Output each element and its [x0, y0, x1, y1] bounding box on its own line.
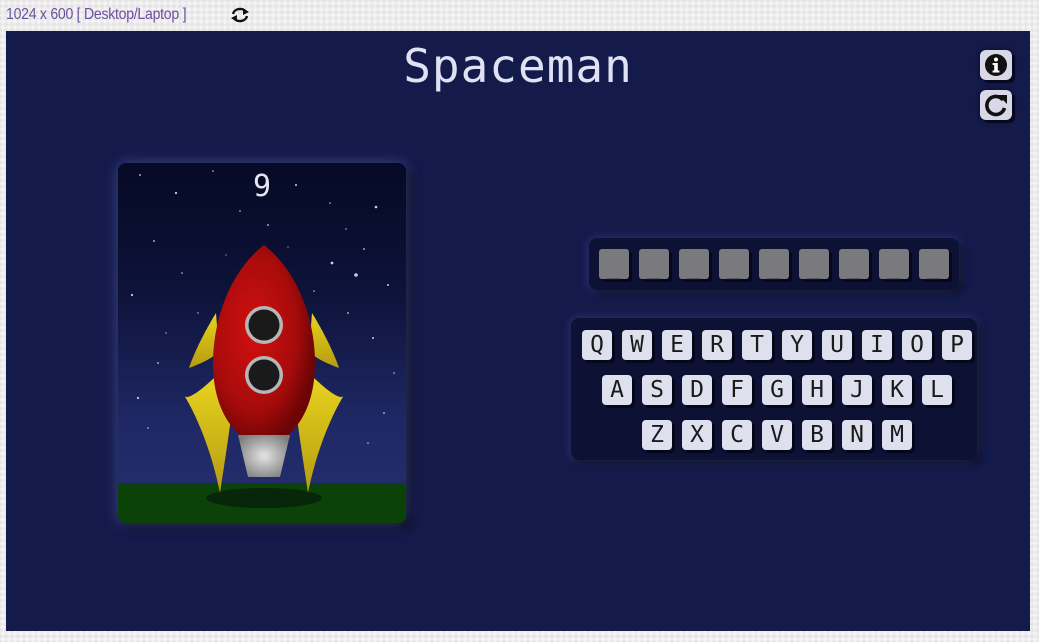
key-v[interactable]: V — [762, 420, 792, 450]
key-t[interactable]: T — [742, 330, 772, 360]
keyboard-row-2: A S D F G H J K L — [602, 375, 952, 405]
info-button[interactable] — [980, 50, 1012, 80]
key-u[interactable]: U — [822, 330, 852, 360]
key-d[interactable]: D — [682, 375, 712, 405]
key-i[interactable]: I — [862, 330, 892, 360]
key-h[interactable]: H — [802, 375, 832, 405]
rocket-scene: 9 — [118, 163, 406, 523]
restart-button[interactable] — [980, 90, 1012, 120]
key-y[interactable]: Y — [782, 330, 812, 360]
rocket-shadow — [206, 488, 322, 508]
letter-slot: _ — [839, 249, 869, 279]
letter-slot: _ — [599, 249, 629, 279]
key-c[interactable]: C — [722, 420, 752, 450]
letter-slot: _ — [679, 249, 709, 279]
viewport-bar: 1024 x 600 [ Desktop/Laptop ] — [6, 4, 251, 26]
page-title: Spaceman — [403, 39, 633, 93]
keyboard-row-1: Q W E R T Y U I O P — [582, 330, 972, 360]
key-x[interactable]: X — [682, 420, 712, 450]
key-f[interactable]: F — [722, 375, 752, 405]
restart-icon — [985, 94, 1007, 117]
info-icon — [985, 54, 1007, 76]
key-a[interactable]: A — [602, 375, 632, 405]
key-l[interactable]: L — [922, 375, 952, 405]
guesses-remaining-counter: 9 — [252, 169, 272, 204]
key-g[interactable]: G — [762, 375, 792, 405]
key-j[interactable]: J — [842, 375, 872, 405]
game-screen: Spaceman 9 _ _ _ _ _ _ _ _ _ Q W E R T Y… — [6, 31, 1030, 631]
letter-slot: _ — [799, 249, 829, 279]
key-q[interactable]: Q — [582, 330, 612, 360]
letter-slot: _ — [919, 249, 949, 279]
key-k[interactable]: K — [882, 375, 912, 405]
word-display: _ _ _ _ _ _ _ _ _ — [589, 238, 959, 290]
key-z[interactable]: Z — [642, 420, 672, 450]
key-e[interactable]: E — [662, 330, 692, 360]
key-o[interactable]: O — [902, 330, 932, 360]
rocket-illustration — [118, 170, 406, 523]
viewport-size-label: 1024 x 600 [ Desktop/Laptop ] — [6, 6, 187, 23]
key-m[interactable]: M — [882, 420, 912, 450]
key-r[interactable]: R — [702, 330, 732, 360]
key-p[interactable]: P — [942, 330, 972, 360]
letter-slot: _ — [719, 249, 749, 279]
rocket-nozzle — [238, 435, 290, 477]
key-s[interactable]: S — [642, 375, 672, 405]
letter-slot: _ — [759, 249, 789, 279]
keyboard-row-3: Z X C V B N M — [642, 420, 912, 450]
key-n[interactable]: N — [842, 420, 872, 450]
key-w[interactable]: W — [622, 330, 652, 360]
rotate-icon[interactable] — [229, 5, 251, 25]
letter-slot: _ — [879, 249, 909, 279]
letter-keyboard: Q W E R T Y U I O P A S D F G H J K L Z … — [571, 318, 977, 460]
letter-slot: _ — [639, 249, 669, 279]
key-b[interactable]: B — [802, 420, 832, 450]
